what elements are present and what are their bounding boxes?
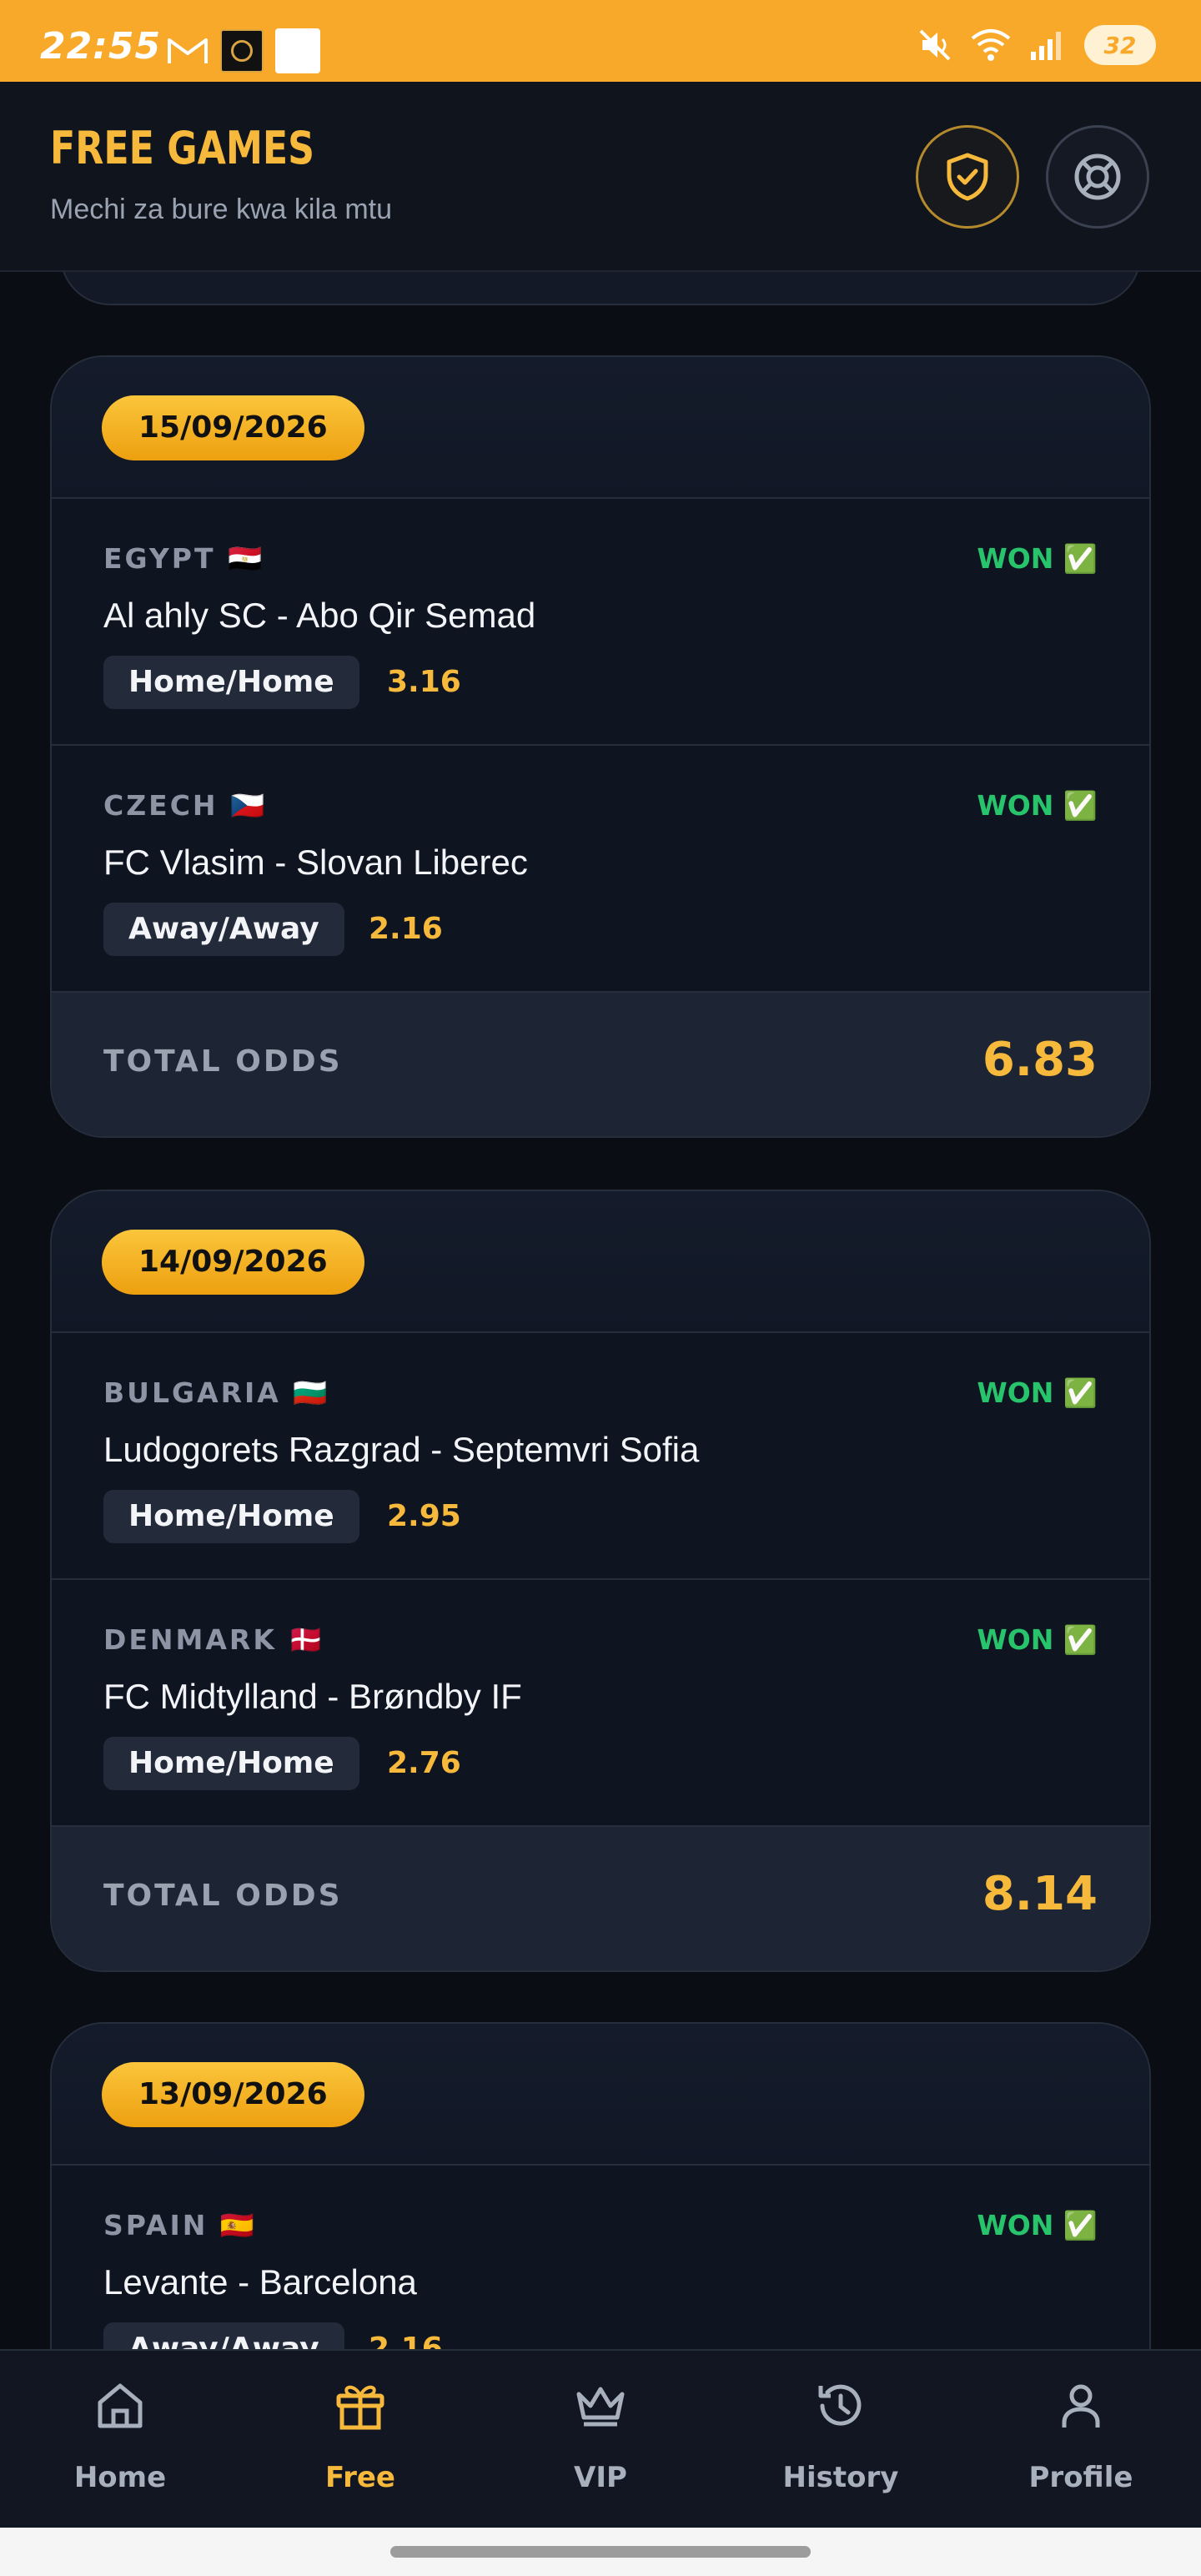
match-status: WON ✅	[977, 1623, 1098, 1656]
nav-profile-label: Profile	[1028, 2461, 1133, 2494]
match-teams: Ludogorets Razgrad - Septemvri Sofia	[103, 1430, 700, 1469]
match-odds: 2.76	[387, 1746, 461, 1780]
match-row: DENMARK 🇩🇰 WON ✅ FC Midtylland - Brøndby…	[52, 1580, 1149, 1827]
total-odds-row: TOTAL ODDS 6.83	[52, 993, 1149, 1136]
match-pick: Away/Away	[103, 2322, 344, 2349]
app-logo-icon	[220, 29, 264, 73]
match-status: WON ✅	[977, 789, 1098, 822]
match-teams: Al ahly SC - Abo Qir Semad	[103, 596, 536, 635]
match-pick: Away/Away	[103, 903, 344, 956]
match-country: CZECH 🇨🇿	[103, 789, 268, 822]
battery-icon: 32	[1084, 25, 1156, 65]
nav-free[interactable]: Free	[240, 2351, 480, 2529]
signal-icon	[1031, 32, 1061, 60]
match-teams: FC Vlasim - Slovan Liberec	[103, 843, 528, 882]
match-row: EGYPT 🇪🇬 WON ✅ Al ahly SC - Abo Qir Sema…	[52, 499, 1149, 746]
match-teams: Levante - Barcelona	[103, 2262, 417, 2302]
page-subtitle: Mechi za bure kwa kila mtu	[50, 194, 393, 225]
match-teams: FC Midtylland - Brøndby IF	[103, 1677, 522, 1716]
home-icon	[98, 2383, 143, 2428]
game-card: 15/09/2026 EGYPT 🇪🇬 WON ✅ Al ahly SC - A…	[50, 355, 1151, 1138]
match-row: CZECH 🇨🇿 WON ✅ FC Vlasim - Slovan Libere…	[52, 746, 1149, 993]
shield-button[interactable]	[916, 125, 1019, 229]
date-badge: 15/09/2026	[102, 395, 364, 460]
nav-vip[interactable]: VIP	[480, 2351, 721, 2529]
match-country: EGYPT 🇪🇬	[103, 542, 265, 575]
shield-check-icon	[947, 153, 988, 201]
nav-history-label: History	[782, 2461, 899, 2494]
bottom-nav: Home Free VIP History Profile	[0, 2349, 1201, 2528]
status-icons-right: 32	[917, 25, 1156, 65]
match-country: BULGARIA 🇧🇬	[103, 1376, 330, 1409]
match-country: SPAIN 🇪🇸	[103, 2209, 257, 2241]
game-card: 13/09/2026 SPAIN 🇪🇸 WON ✅ Levante - Barc…	[50, 2022, 1151, 2349]
nav-history[interactable]: History	[721, 2351, 961, 2529]
lifebuoy-icon	[1074, 153, 1121, 200]
status-icons-left	[167, 28, 320, 73]
match-status: WON ✅	[977, 1376, 1098, 1409]
home-indicator[interactable]	[390, 2546, 811, 2558]
nav-vip-label: VIP	[574, 2461, 627, 2494]
card-header: 14/09/2026	[52, 1191, 1149, 1333]
total-odds-label: TOTAL ODDS	[103, 1879, 343, 1913]
status-time: 22:55	[40, 25, 162, 68]
status-bar: 22:55 32	[0, 0, 1201, 82]
wifi-icon	[971, 29, 1011, 61]
match-odds: 2.16	[369, 2332, 443, 2349]
card-header: 15/09/2026	[52, 357, 1149, 499]
gmail-icon	[168, 38, 208, 63]
match-country: DENMARK 🇩🇰	[103, 1623, 326, 1656]
nav-home-label: Home	[73, 2461, 167, 2494]
match-odds: 2.95	[387, 1499, 461, 1533]
match-status: WON ✅	[977, 542, 1098, 575]
match-status: WON ✅	[977, 2209, 1098, 2241]
total-odds-value: 8.14	[982, 1867, 1098, 1921]
nav-profile[interactable]: Profile	[961, 2351, 1201, 2529]
total-odds-value: 6.83	[982, 1033, 1098, 1087]
match-row: BULGARIA 🇧🇬 WON ✅ Ludogorets Razgrad - S…	[52, 1333, 1149, 1580]
nav-free-label: Free	[325, 2461, 395, 2494]
game-card: 14/09/2026 BULGARIA 🇧🇬 WON ✅ Ludogorets …	[50, 1190, 1151, 1972]
history-icon	[818, 2384, 862, 2426]
match-odds: 2.16	[369, 912, 443, 946]
match-pick: Home/Home	[103, 1737, 359, 1790]
notification-icon	[275, 28, 320, 73]
page-title: FREE GAMES	[50, 122, 315, 174]
match-pick: Home/Home	[103, 656, 359, 709]
mute-icon	[919, 29, 951, 61]
nav-home[interactable]: Home	[0, 2351, 240, 2529]
previous-card	[60, 272, 1141, 305]
match-row: SPAIN 🇪🇸 WON ✅ Levante - Barcelona Away/…	[52, 2166, 1149, 2349]
gift-icon	[336, 2385, 384, 2430]
support-button[interactable]	[1046, 125, 1149, 229]
date-badge: 14/09/2026	[102, 1230, 364, 1295]
card-header: 13/09/2026	[52, 2024, 1149, 2166]
gesture-bar	[0, 2528, 1201, 2576]
user-icon	[1062, 2384, 1100, 2428]
date-badge: 13/09/2026	[102, 2062, 364, 2127]
app-header: FREE GAMES Mechi za bure kwa kila mtu	[0, 82, 1201, 272]
match-odds: 3.16	[387, 665, 461, 699]
crown-icon	[576, 2387, 625, 2427]
total-odds-label: TOTAL ODDS	[103, 1044, 343, 1079]
games-list[interactable]: 15/09/2026 EGYPT 🇪🇬 WON ✅ Al ahly SC - A…	[0, 272, 1201, 2349]
match-pick: Home/Home	[103, 1490, 359, 1543]
total-odds-row: TOTAL ODDS 8.14	[52, 1827, 1149, 1970]
